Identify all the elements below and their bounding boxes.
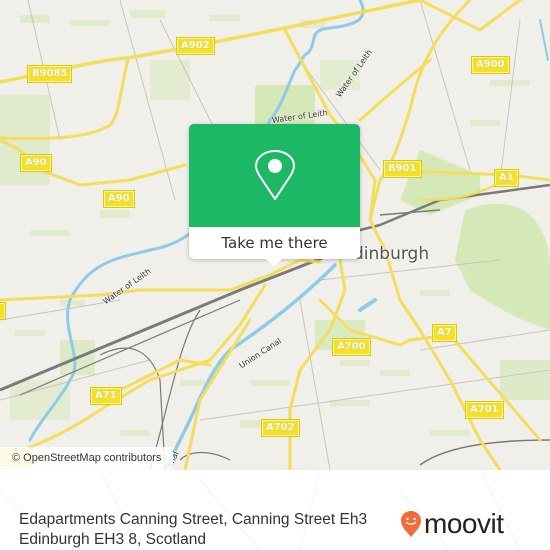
road-label-a1: A1 — [494, 169, 519, 187]
popup-pointer — [265, 258, 283, 267]
road-label-a702: A702 — [261, 419, 300, 437]
take-me-there-button[interactable]: Take me there — [189, 227, 360, 259]
location-popup: Take me there — [189, 124, 360, 267]
road-label-b901: B901 — [383, 160, 422, 178]
road-label-a90: A90 — [103, 190, 135, 208]
map[interactable]: A902 B9085 A900 A90 A90 B901 A1 A8 A7 A7… — [0, 0, 550, 470]
road-label-a7: A7 — [432, 324, 457, 342]
popup-header — [189, 124, 360, 227]
road-label-a90: A90 — [20, 154, 52, 172]
footer: Edapartments Canning Street, Canning Str… — [0, 470, 550, 550]
map-attribution[interactable]: © OpenStreetMap contributors — [0, 447, 174, 470]
road-label-a8: A8 — [0, 302, 6, 320]
address: Edapartments Canning Street, Canning Str… — [19, 510, 389, 550]
road-label-a700: A700 — [332, 338, 371, 356]
road-label-a900: A900 — [471, 56, 510, 74]
map-pin-icon — [254, 149, 295, 200]
moovit-logo[interactable]: moovit — [400, 508, 504, 540]
moovit-wordmark: moovit — [424, 508, 504, 539]
road-label-b9085: B9085 — [26, 65, 73, 83]
road-label-a902: A902 — [176, 37, 215, 55]
address-line-2: Edinburgh EH3 8, Scotland — [19, 531, 206, 548]
road-label-a71: A71 — [90, 387, 122, 405]
address-line-1: Edapartments Canning Street, Canning Str… — [19, 511, 368, 528]
road-label-a701: A701 — [465, 401, 504, 419]
moovit-pin-icon — [401, 511, 421, 537]
city-label-edinburgh: dinburgh — [353, 244, 430, 264]
